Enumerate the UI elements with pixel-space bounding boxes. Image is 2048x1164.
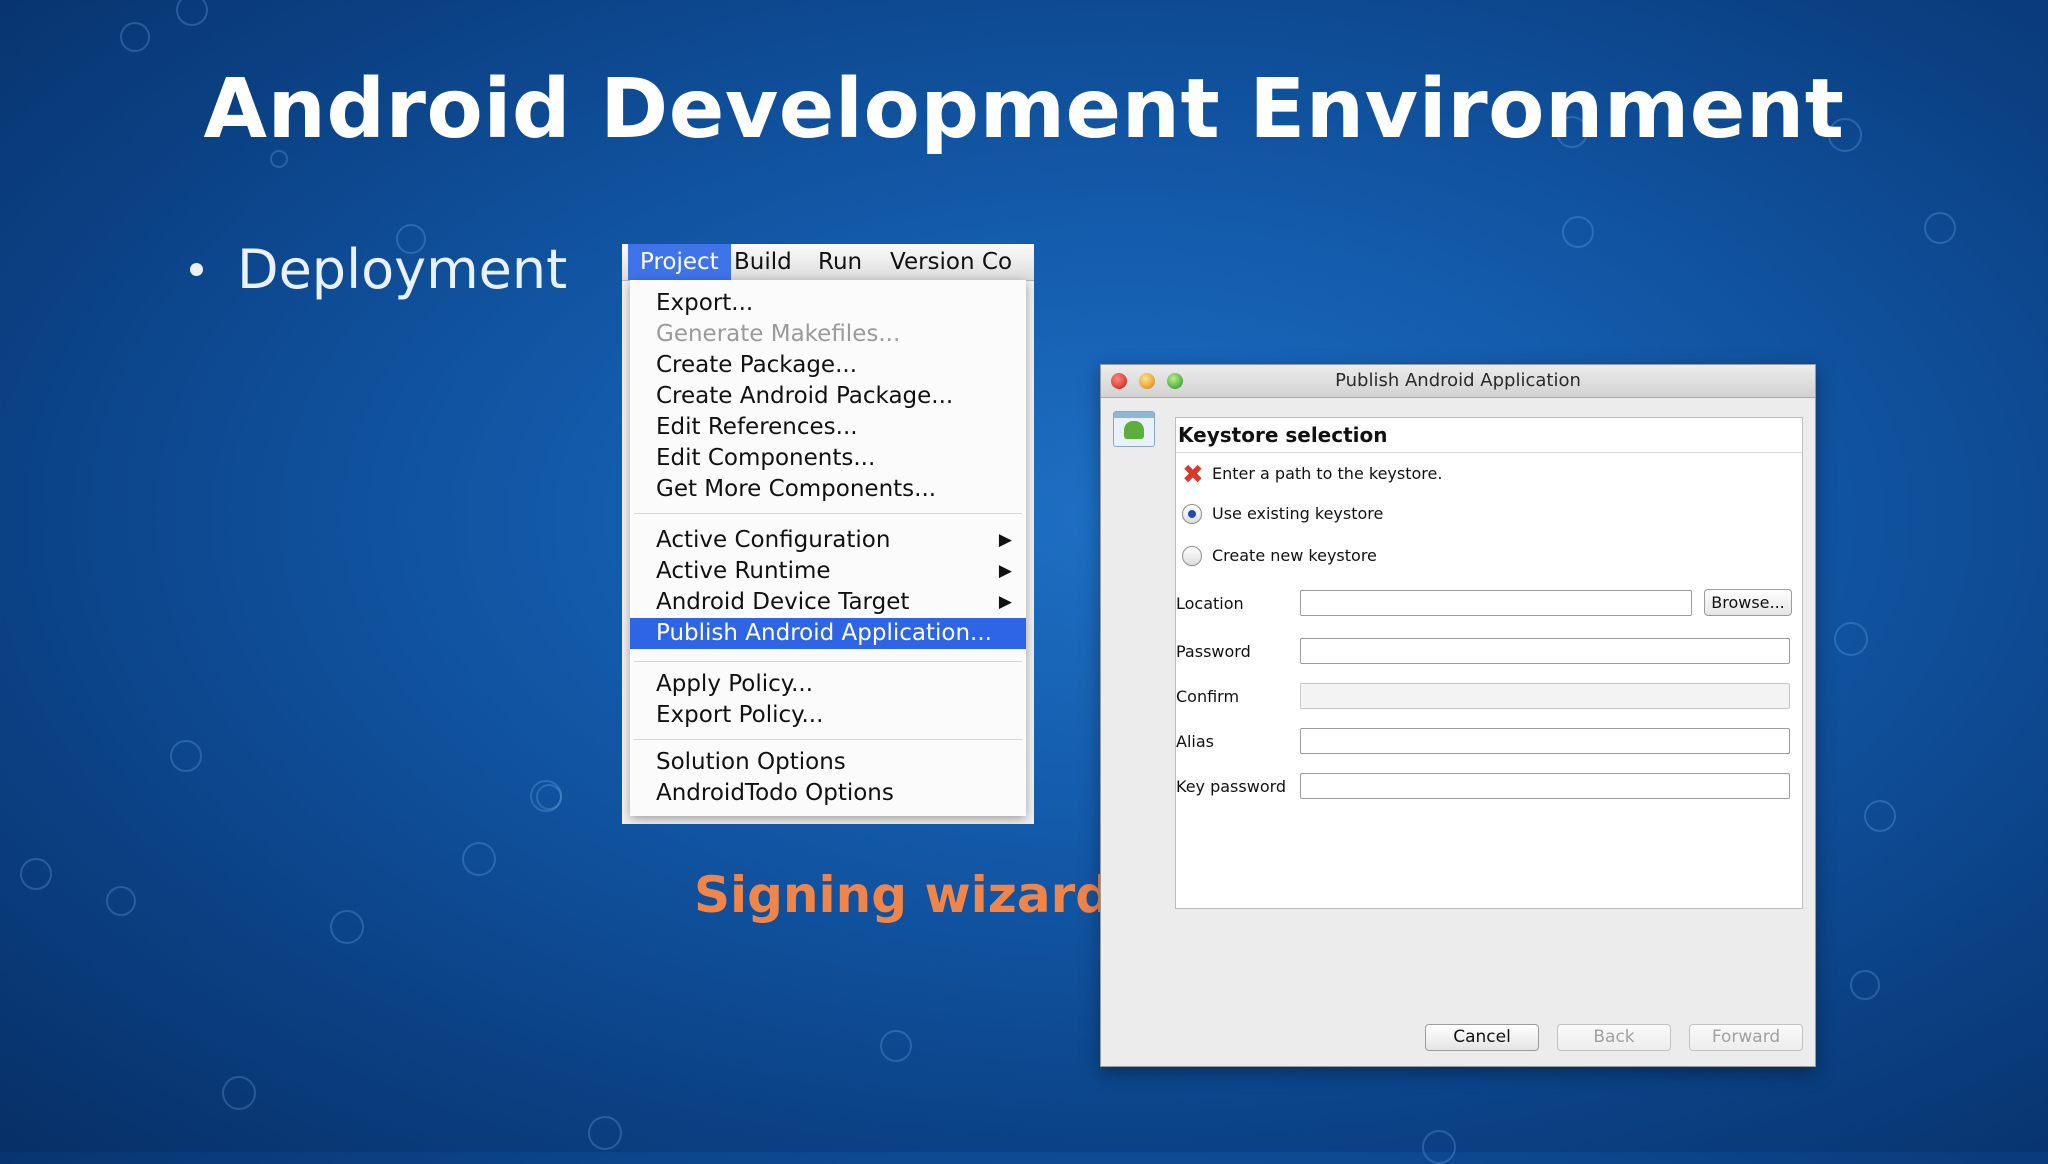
bullet-item: Deployment (190, 238, 567, 301)
background-bubble (880, 1030, 912, 1062)
menu-item-export-policy[interactable]: Export Policy... (630, 700, 1026, 731)
use-existing-keystore-radio[interactable] (1182, 504, 1202, 524)
background-bubble (106, 886, 136, 916)
menu-item-active-runtime[interactable]: Active Runtime ▶ (630, 556, 1026, 587)
error-message: Enter a path to the keystore. (1212, 464, 1443, 483)
menu-separator (634, 739, 1022, 740)
create-new-keystore-label[interactable]: Create new keystore (1212, 546, 1377, 565)
background-bubble (170, 740, 202, 772)
menubar-item-version-control[interactable]: Version Co (878, 244, 1024, 280)
android-app-icon (1113, 411, 1155, 447)
confirm-label: Confirm (1176, 687, 1240, 706)
submenu-arrow-icon: ▶ (998, 561, 1012, 581)
menubar: Project Build Run Version Co (622, 244, 1034, 281)
project-dropdown-menu: Export... Generate Makefiles... Create P… (630, 280, 1026, 816)
background-bubble (536, 784, 562, 810)
create-new-keystore-radio[interactable] (1182, 546, 1202, 566)
menubar-item-run[interactable]: Run (806, 244, 874, 280)
use-existing-keystore-label[interactable]: Use existing keystore (1212, 504, 1383, 523)
browse-button[interactable]: Browse... (1704, 589, 1792, 616)
publish-android-application-dialog: Publish Android Application Keystore sel… (1100, 364, 1816, 1067)
key-password-input[interactable] (1300, 773, 1790, 799)
error-x-icon: ✖ (1182, 460, 1204, 490)
app-icon-bar (1114, 412, 1154, 418)
menu-item-edit-references[interactable]: Edit References... (630, 412, 1026, 443)
menu-item-publish-android-application[interactable]: Publish Android Application... (630, 618, 1026, 649)
password-label: Password (1176, 642, 1251, 661)
menu-item-apply-policy[interactable]: Apply Policy... (630, 669, 1026, 700)
android-robot-icon (1124, 421, 1144, 439)
menu-item-android-device-target[interactable]: Android Device Target ▶ (630, 587, 1026, 618)
background-bubble (222, 1076, 256, 1110)
panel-header: Keystore selection (1176, 418, 1802, 453)
background-bubble (1834, 622, 1868, 656)
menu-item-active-configuration[interactable]: Active Configuration ▶ (630, 525, 1026, 556)
submenu-arrow-icon: ▶ (998, 530, 1012, 550)
menubar-item-project[interactable]: Project (628, 244, 731, 280)
keystore-selection-panel: Keystore selection ✖ Enter a path to the… (1175, 417, 1803, 909)
background-bubble (176, 0, 208, 26)
background-bubble (1422, 1130, 1456, 1164)
background-bubble (462, 842, 496, 876)
slide-title: Android Development Environment (203, 62, 1845, 157)
password-input[interactable] (1300, 638, 1790, 664)
alias-label: Alias (1176, 732, 1214, 751)
menu-item-get-more-components[interactable]: Get More Components... (630, 474, 1026, 505)
cancel-button[interactable]: Cancel (1425, 1024, 1539, 1051)
project-menu-screenshot: Project Build Run Version Co Export... G… (622, 244, 1034, 824)
back-button: Back (1557, 1024, 1671, 1051)
menu-item-generate-makefiles: Generate Makefiles... (656, 321, 901, 347)
menu-item-edit-components[interactable]: Edit Components... (630, 443, 1026, 474)
menubar-item-build[interactable]: Build (722, 244, 804, 280)
alias-input[interactable] (1300, 728, 1790, 754)
location-label: Location (1176, 594, 1244, 613)
menu-separator (634, 661, 1022, 662)
forward-button: Forward (1689, 1024, 1803, 1051)
background-bubble (20, 858, 52, 890)
background-bubble (1924, 212, 1956, 244)
menu-item-export[interactable]: Export... (630, 288, 1026, 319)
background-bubble (1850, 970, 1880, 1000)
background-bubble (1562, 216, 1594, 248)
menu-item-androidtodo-options[interactable]: AndroidTodo Options (630, 778, 1026, 809)
signing-wizard-caption: Signing wizard (694, 866, 1112, 924)
background-bubble (330, 910, 364, 944)
dialog-titlebar: Publish Android Application (1101, 365, 1815, 398)
section-title: Keystore selection (1178, 423, 1388, 447)
background-bubble (588, 1116, 622, 1150)
dialog-title: Publish Android Application (1335, 370, 1581, 391)
submenu-arrow-icon: ▶ (998, 592, 1012, 612)
confirm-password-input[interactable] (1300, 683, 1790, 709)
menu-item-solution-options[interactable]: Solution Options (630, 747, 1026, 778)
key-password-label: Key password (1176, 777, 1287, 796)
background-bubble (120, 22, 150, 52)
background-bubble (1864, 800, 1896, 832)
bullet-text: Deployment (237, 238, 568, 301)
bullet-dot (190, 263, 203, 276)
menu-separator (634, 513, 1022, 514)
location-input[interactable] (1300, 590, 1692, 616)
menu-item-create-android-package[interactable]: Create Android Package... (630, 381, 1026, 412)
menu-item-create-package[interactable]: Create Package... (630, 350, 1026, 381)
